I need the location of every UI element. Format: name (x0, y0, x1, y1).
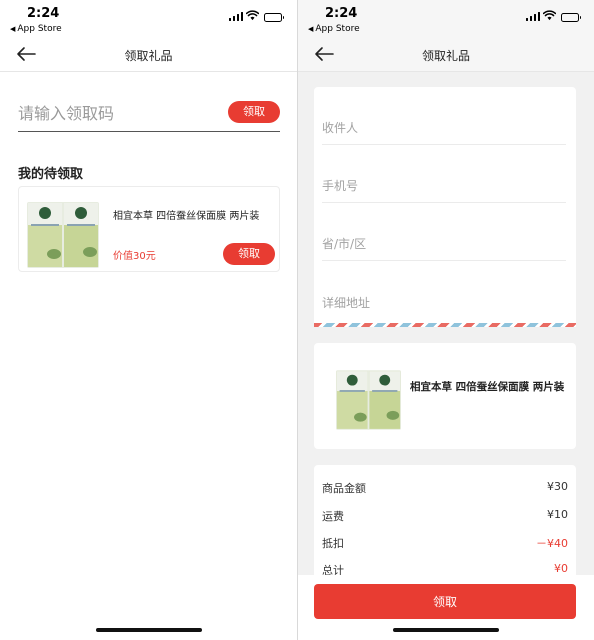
summary-label: 运费 (322, 510, 344, 523)
phone-number-input[interactable] (322, 176, 566, 196)
summary-label: 抵扣 (322, 537, 344, 550)
wifi-icon (246, 10, 259, 21)
screen-claim-form: 2:24 ◀ App Store 领取礼品 收件人 手机号 省/市/区 详细地址… (298, 0, 594, 640)
product-image (336, 370, 401, 430)
airmail-border (314, 323, 576, 327)
redeem-code-input[interactable] (18, 100, 218, 126)
page-title: 领取礼品 (421, 49, 470, 63)
summary-row-goods-amount: 商品金额 ¥30 (322, 480, 568, 498)
home-indicator (393, 628, 499, 632)
cellular-signal-icon (525, 12, 540, 21)
summary-value: ¥10 (547, 508, 568, 521)
recipient-name-input[interactable] (322, 118, 566, 138)
redeem-code-button[interactable]: 领取 (228, 101, 280, 123)
input-underline (18, 131, 280, 132)
summary-label: 商品金额 (322, 482, 366, 495)
recipient-field-row (322, 87, 566, 145)
status-bar: 2:24 ◀ App Store (298, 0, 594, 38)
summary-row-shipping: 运费 ¥10 (322, 508, 568, 526)
summary-row-deduction: 抵扣 －¥40 (322, 535, 568, 553)
address-field-row (322, 261, 566, 319)
status-bar: 2:24 ◀ App Store (0, 0, 297, 38)
region-select-input[interactable] (322, 234, 566, 254)
nav-bar: 领取礼品 (0, 38, 297, 72)
pending-gift-value: 价值30元 (113, 251, 156, 262)
screen-redeem-code: 2:24 ◀App Store 领取礼品 领取 我的待领取 (0, 0, 297, 640)
summary-value: －¥40 (536, 537, 568, 550)
back-to-app-store-link[interactable]: ◀ App Store (10, 24, 62, 34)
cellular-signal-icon (228, 12, 243, 21)
phone-field-row (322, 145, 566, 203)
summary-value: ¥0 (554, 562, 568, 575)
pending-gift-name: 相宜本草 四倍蚕丝保面膜 两片装 (113, 211, 260, 222)
section-title-pending: 我的待领取 (18, 167, 84, 182)
status-time: 2:24 (325, 6, 358, 21)
gift-product-card: 相宜本草 四倍蚕丝保面膜 两片装 (314, 343, 576, 449)
back-to-app-store-label: App Store (315, 24, 360, 34)
nav-bar: 领取礼品 (298, 38, 594, 72)
wifi-icon (543, 10, 556, 21)
status-time: 2:24 (27, 6, 60, 21)
region-field-row (322, 203, 566, 261)
battery-icon (264, 13, 284, 22)
home-indicator (96, 628, 202, 632)
back-to-app-store-link[interactable]: ◀ App Store (308, 24, 360, 34)
summary-value: ¥30 (547, 480, 568, 493)
battery-icon (561, 13, 581, 22)
back-to-app-store-label: App Store (17, 24, 62, 34)
detail-address-input[interactable] (322, 293, 566, 313)
claim-gift-button[interactable]: 领取 (223, 243, 275, 265)
gift-product-name: 相宜本草 四倍蚕丝保面膜 两片装 (410, 381, 565, 393)
triangle-left-icon: ◀ (308, 25, 314, 33)
product-image (27, 202, 99, 268)
address-form (314, 87, 576, 327)
pending-gift-card: 相宜本草 四倍蚕丝保面膜 两片装 价值30元 领取 (18, 186, 280, 272)
triangle-left-icon: ◀ (10, 25, 16, 33)
page-title: 领取礼品 (124, 49, 173, 63)
claim-submit-button[interactable]: 领取 (314, 584, 576, 619)
